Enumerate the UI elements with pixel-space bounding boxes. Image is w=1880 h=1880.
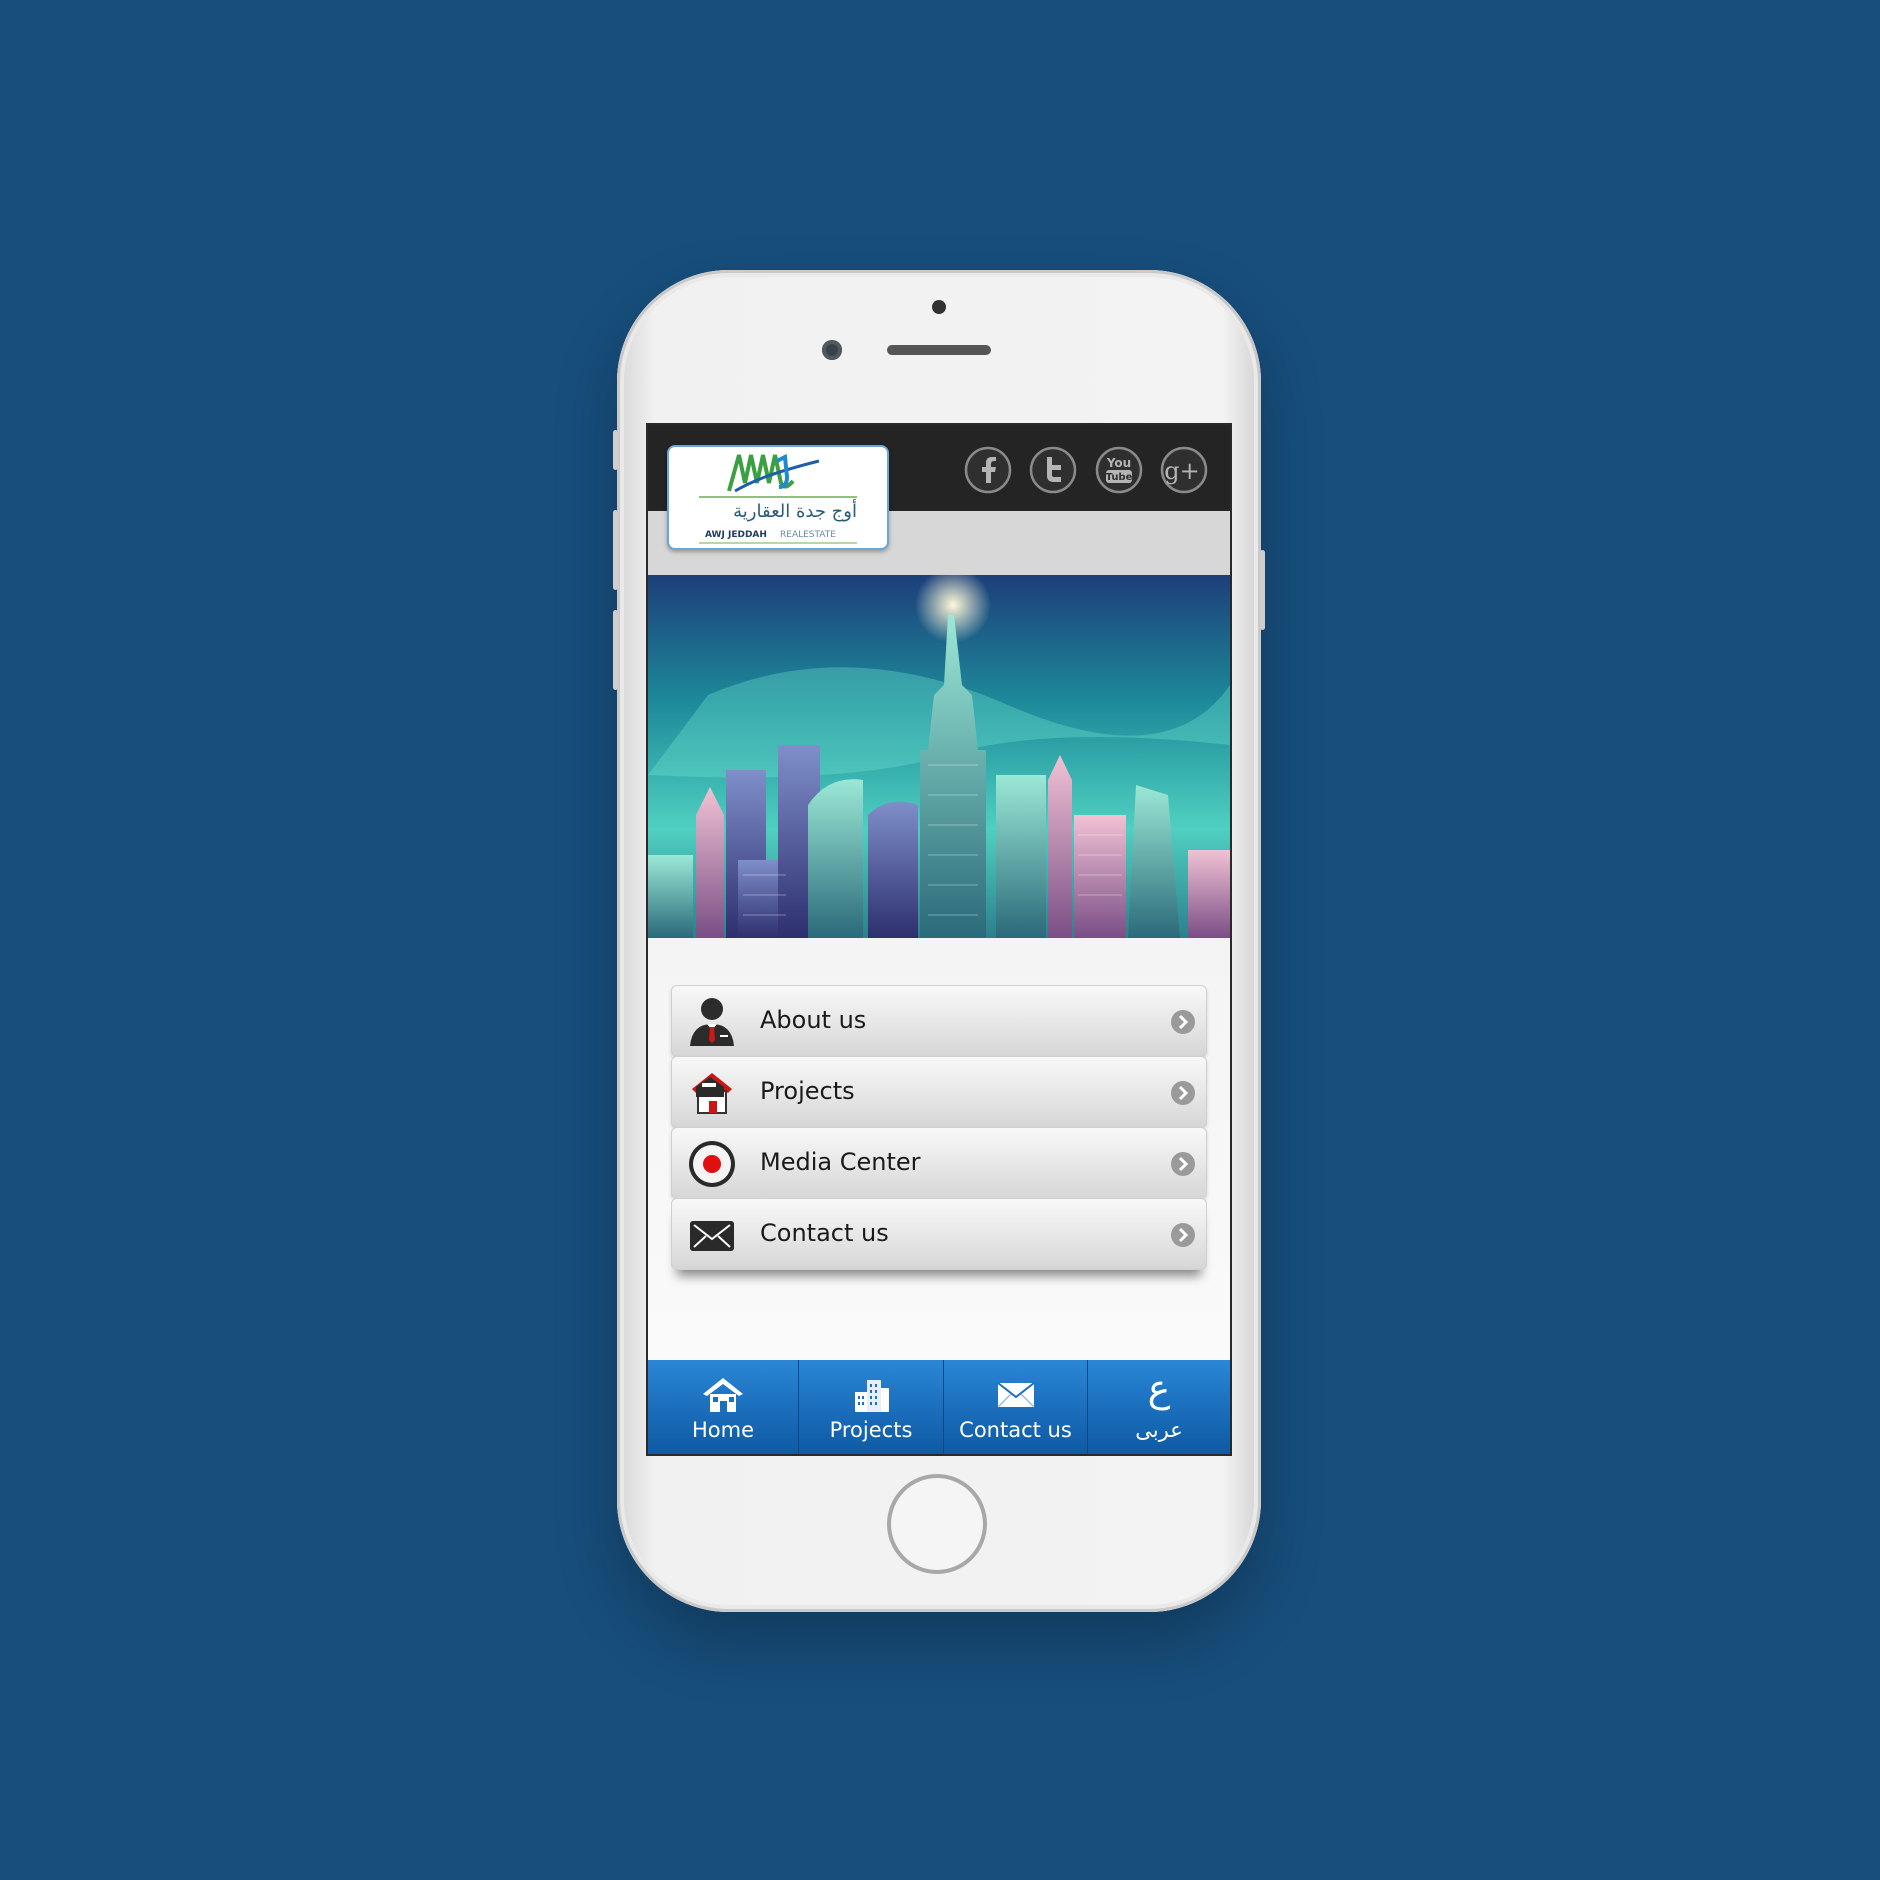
bottom-tab-bar: Home Projects Contact us ع عربى	[648, 1360, 1230, 1454]
record-icon	[689, 1141, 735, 1187]
hero-skyline-banner	[648, 575, 1230, 938]
menu-item-label: About us	[760, 1006, 867, 1034]
home-button[interactable]	[887, 1474, 987, 1574]
tab-projects[interactable]: Projects	[799, 1360, 944, 1454]
youtube-icon[interactable]: You Tube	[1095, 446, 1143, 494]
chevron-right-icon	[1171, 1081, 1195, 1105]
chevron-right-icon	[1171, 1010, 1195, 1034]
menu-item-contact-us[interactable]: Contact us	[671, 1198, 1207, 1270]
google-plus-glyph: g+	[1164, 457, 1199, 485]
home-icon	[703, 1378, 743, 1412]
logo-english-suffix: REALESTATE	[780, 530, 836, 540]
volume-down-button	[613, 610, 618, 690]
tab-label: Projects	[829, 1418, 913, 1442]
twitter-icon[interactable]	[1029, 446, 1077, 494]
menu-item-label: Contact us	[760, 1219, 889, 1247]
arabic-letter-icon: ع	[1147, 1366, 1171, 1410]
company-logo[interactable]: أوج جدة العقارية AWJ JEDDAH REALESTATE	[667, 445, 889, 550]
tab-label: عربى	[1135, 1418, 1183, 1442]
menu-item-media-center[interactable]: Media Center	[671, 1127, 1207, 1199]
menu-item-label: Media Center	[760, 1148, 921, 1176]
mail-icon	[996, 1382, 1035, 1408]
tab-contact-us[interactable]: Contact us	[944, 1360, 1088, 1454]
facebook-icon[interactable]	[964, 446, 1012, 494]
envelope-icon	[690, 1221, 734, 1251]
tab-label: Home	[691, 1418, 754, 1442]
person-icon	[690, 998, 734, 1046]
proximity-sensor	[932, 300, 946, 314]
youtube-glyph-bottom: Tube	[1106, 472, 1133, 483]
buildings-icon	[855, 1380, 889, 1412]
app-screen: أوج جدة العقارية AWJ JEDDAH REALESTATE Y…	[646, 423, 1232, 1456]
power-button	[1260, 550, 1265, 630]
logo-arabic-text: أوج جدة العقارية	[733, 499, 857, 522]
front-camera	[822, 340, 842, 360]
google-plus-icon[interactable]: g+	[1160, 446, 1208, 494]
logo-english-text: AWJ JEDDAH	[705, 530, 767, 540]
tab-label: Contact us	[959, 1418, 1072, 1442]
menu-item-label: Projects	[760, 1077, 855, 1105]
chevron-right-icon	[1171, 1223, 1195, 1247]
house-icon	[692, 1073, 732, 1114]
earpiece-speaker	[887, 345, 991, 355]
main-menu: About us Projects Media Center Contact u…	[648, 938, 1230, 1360]
tab-home[interactable]: Home	[648, 1360, 799, 1454]
volume-up-button	[613, 510, 618, 590]
youtube-glyph-top: You	[1106, 456, 1131, 470]
chevron-right-icon	[1171, 1152, 1195, 1176]
mute-switch	[613, 430, 618, 470]
logo-graphic: أوج جدة العقارية AWJ JEDDAH REALESTATE	[699, 453, 857, 544]
menu-item-about-us[interactable]: About us	[671, 985, 1207, 1057]
tab-arabic-language[interactable]: ع عربى	[1088, 1360, 1230, 1454]
menu-item-projects[interactable]: Projects	[671, 1056, 1207, 1128]
